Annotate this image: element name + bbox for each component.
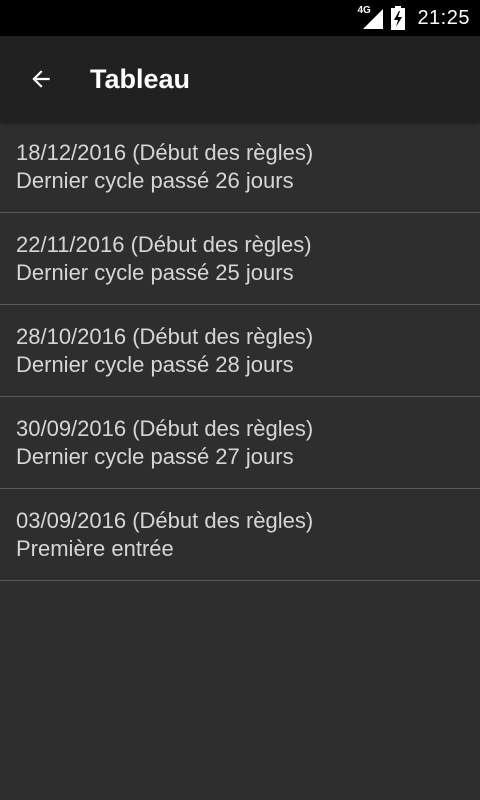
cycle-list: 18/12/2016 (Début des règles) Dernier cy… <box>0 121 480 581</box>
entry-date: 30/09/2016 (Début des règles) <box>16 416 314 441</box>
entry-date: 22/11/2016 (Début des règles) <box>16 232 312 257</box>
entry-detail: Première entrée <box>16 536 174 561</box>
entry-date: 03/09/2016 (Début des règles) <box>16 508 314 533</box>
entry-date: 28/10/2016 (Début des règles) <box>16 324 314 349</box>
entry-detail: Dernier cycle passé 26 jours <box>16 168 294 193</box>
list-item[interactable]: 22/11/2016 (Début des règles) Dernier cy… <box>0 213 480 305</box>
entry-detail: Dernier cycle passé 25 jours <box>16 260 294 285</box>
list-item[interactable]: 03/09/2016 (Début des règles) Première e… <box>0 489 480 581</box>
list-item[interactable]: 18/12/2016 (Début des règles) Dernier cy… <box>0 121 480 213</box>
status-bar: 4G 21:25 <box>0 0 480 36</box>
battery-charging-icon <box>391 6 406 30</box>
page-title: Tableau <box>90 64 191 94</box>
list-item[interactable]: 28/10/2016 (Début des règles) Dernier cy… <box>0 305 480 397</box>
arrow-left-icon <box>32 70 50 88</box>
entry-detail: Dernier cycle passé 27 jours <box>16 444 294 469</box>
entry-detail: Dernier cycle passé 28 jours <box>16 352 294 377</box>
app-bar: Tableau <box>0 36 480 121</box>
entry-date: 18/12/2016 (Début des règles) <box>16 140 314 165</box>
list-item[interactable]: 30/09/2016 (Début des règles) Dernier cy… <box>0 397 480 489</box>
back-button[interactable] <box>18 56 64 102</box>
signal-indicator: 4G <box>357 5 384 30</box>
status-icons: 4G 21:25 <box>357 0 470 36</box>
status-time: 21:25 <box>417 6 470 29</box>
signal-icon <box>363 9 384 29</box>
